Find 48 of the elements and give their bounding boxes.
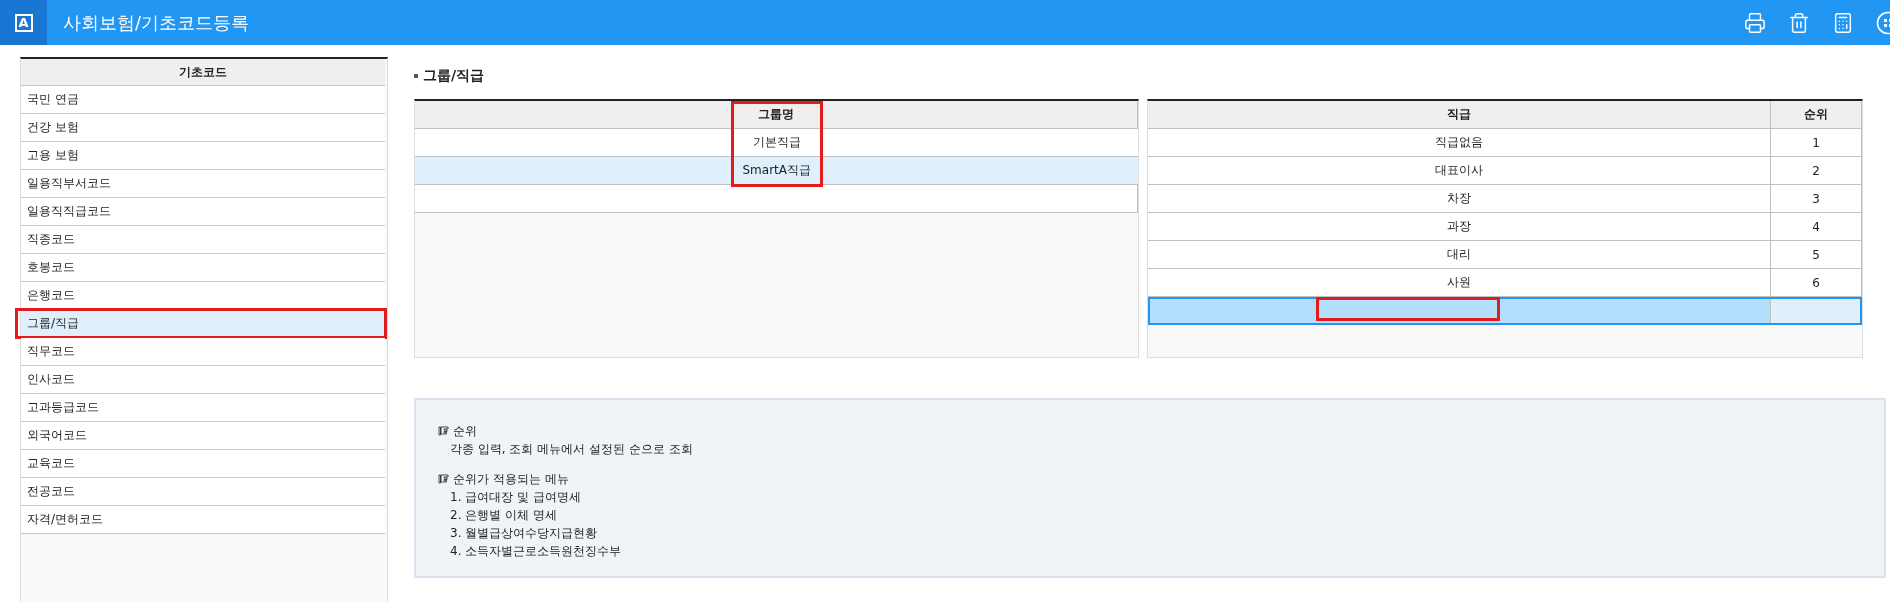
- table-cell: 2: [1771, 157, 1862, 184]
- code-list-item[interactable]: 인사코드: [21, 366, 385, 394]
- table-row[interactable]: 기본직급: [415, 129, 1139, 157]
- table-cell: 차장: [1148, 185, 1771, 212]
- code-list-item[interactable]: 건강 보험: [21, 114, 385, 142]
- app-logo: A: [14, 13, 33, 32]
- column-header: 기초코드: [21, 59, 385, 86]
- table-row[interactable]: SmartA직급: [415, 157, 1139, 185]
- section-title: 그룹/직급: [423, 67, 485, 85]
- pointing-hand-icon: [438, 426, 449, 436]
- note-text: 각종 입력, 조회 메뉴에서 설정된 순으로 조회: [449, 440, 694, 458]
- table-cell: 과장: [1148, 213, 1771, 240]
- note-text: 4. 소득자별근로소득원천징수부: [449, 542, 623, 560]
- table-cell: 3: [1771, 185, 1862, 212]
- print-icon[interactable]: [1744, 11, 1766, 34]
- code-list-item[interactable]: 일용직직급코드: [21, 198, 385, 226]
- pointing-hand-icon: [438, 474, 449, 484]
- code-list-item[interactable]: 직무코드: [21, 338, 385, 366]
- table-cell: 4: [1771, 213, 1862, 240]
- table-cell: 5: [1771, 241, 1862, 268]
- table-cell: 6: [1771, 269, 1862, 296]
- calculator-icon[interactable]: [1832, 11, 1854, 34]
- code-list-item[interactable]: 외국어코드: [21, 422, 385, 450]
- table-cell: 대표이사: [1148, 157, 1771, 184]
- code-list-item[interactable]: 일용직부서코드: [21, 170, 385, 198]
- window-title: 사회보험/기초코드등록: [63, 10, 250, 35]
- note-heading: 순위: [453, 422, 477, 440]
- table-cell: 직급없음: [1148, 129, 1771, 156]
- code-list-item[interactable]: 전공코드: [21, 478, 385, 506]
- bullet-icon: [414, 74, 418, 78]
- note-heading: 순위가 적용되는 메뉴: [453, 470, 569, 488]
- new-row[interactable]: [1148, 297, 1862, 325]
- table-cell: 1: [1771, 129, 1862, 156]
- table-cell: 대리: [1148, 241, 1771, 268]
- note-text: 1. 급여대장 및 급여명세: [449, 488, 582, 506]
- code-list-item[interactable]: 자격/면허코드: [21, 506, 385, 534]
- note-text: 3. 월별급상여수당지급현황: [449, 524, 599, 542]
- code-list-item[interactable]: 국민 연금: [21, 86, 385, 114]
- trash-icon[interactable]: [1788, 11, 1810, 34]
- code-list-item[interactable]: 교육코드: [21, 450, 385, 478]
- code-list-item[interactable]: 호봉코드: [21, 254, 385, 282]
- code-list-item[interactable]: 고용 보험: [21, 142, 385, 170]
- code-list-item[interactable]: 고과등급코드: [21, 394, 385, 422]
- code-list-item[interactable]: 은행코드: [21, 282, 385, 310]
- table-cell: 사원: [1148, 269, 1771, 296]
- empty-row[interactable]: [415, 185, 1139, 213]
- note-text: 2. 은행별 이체 명세: [449, 506, 558, 524]
- code-list-item[interactable]: 직종코드: [21, 226, 385, 254]
